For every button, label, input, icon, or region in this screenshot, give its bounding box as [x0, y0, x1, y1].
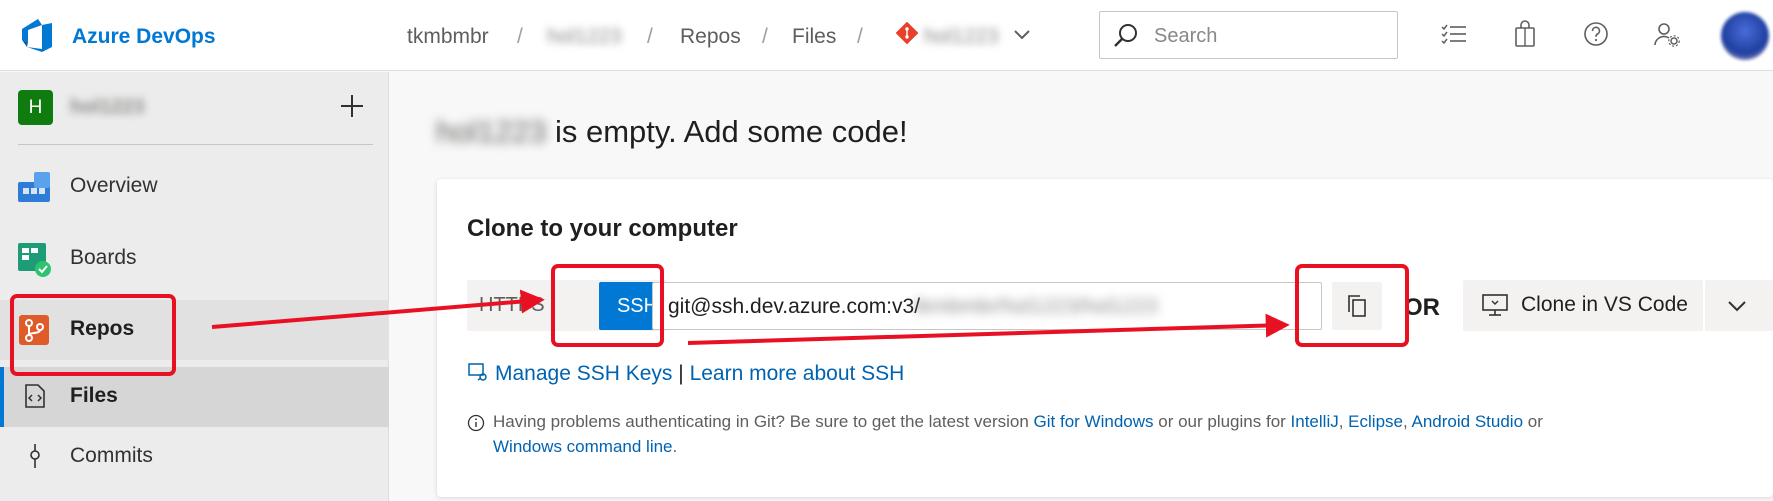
sidebar-item-label: Boards — [70, 246, 137, 269]
clone-options-dropdown[interactable] — [1705, 280, 1773, 331]
breadcrumb-separator: / — [857, 25, 863, 48]
sidebar-item-label: Commits — [70, 444, 153, 467]
breadcrumb-repo[interactable]: hol1223 — [924, 25, 999, 49]
sidebar-item-commits[interactable]: Commits — [0, 427, 389, 487]
breadcrumb-separator: / — [517, 25, 523, 48]
clone-in-vscode-button[interactable]: Clone in VS Code — [1463, 280, 1703, 331]
avatar[interactable] — [1721, 12, 1769, 60]
repo-name: hol1223 — [436, 114, 547, 149]
top-bar: Azure DevOps tkmbmbr / hol1223 / Repos /… — [0, 0, 1773, 71]
search-icon — [1114, 24, 1137, 47]
shopping-bag-icon[interactable] — [1510, 19, 1540, 49]
clone-url-field[interactable]: git@ssh.dev.azure.com:v3/ tkmbmbr/hol122… — [652, 282, 1322, 330]
link-separator: | — [672, 362, 690, 385]
project-avatar[interactable]: H — [18, 90, 53, 125]
ssh-links: Manage SSH Keys | Learn more about SSH — [467, 361, 904, 386]
azure-devops-logo-icon[interactable] — [18, 16, 56, 54]
clone-heading: Clone to your computer — [467, 215, 738, 242]
files-icon — [25, 384, 45, 408]
windows-command-line-link[interactable]: Windows command line — [493, 437, 673, 456]
plus-icon[interactable] — [338, 92, 366, 120]
eclipse-link[interactable]: Eclipse — [1348, 412, 1403, 431]
https-tab[interactable]: HTTPS — [479, 294, 545, 317]
sidebar-item-overview[interactable]: Overview — [0, 157, 389, 217]
empty-message: is empty. Add some code! — [546, 114, 908, 149]
help-text-part: . — [672, 437, 678, 456]
breadcrumb-files[interactable]: Files — [792, 25, 836, 49]
breadcrumb-org[interactable]: tkmbmbr — [407, 25, 489, 49]
clone-in-vscode-label: Clone in VS Code — [1521, 293, 1688, 316]
sidebar-item-label: Overview — [70, 174, 158, 197]
android-studio-link[interactable]: Android Studio — [1412, 412, 1524, 431]
search-input[interactable] — [1154, 22, 1384, 50]
breadcrumb-project[interactable]: hol1223 — [547, 25, 622, 49]
help-text-part: Having problems authenticating in Git? B… — [493, 412, 1034, 431]
repos-icon — [19, 315, 49, 345]
sidebar-item-label: Repos — [70, 317, 135, 340]
sidebar-item-repos[interactable]: Repos — [0, 300, 389, 360]
breadcrumb-separator: / — [647, 25, 653, 48]
info-icon — [467, 414, 485, 432]
protocol-toggle: HTTPS SSH — [467, 280, 676, 331]
sidebar-divider — [18, 144, 373, 145]
git-for-windows-link[interactable]: Git for Windows — [1034, 412, 1154, 431]
sidebar-item-files[interactable]: Files — [0, 367, 389, 427]
key-icon — [468, 363, 487, 381]
breadcrumb-separator: / — [762, 25, 768, 48]
breadcrumb-repos[interactable]: Repos — [680, 25, 741, 49]
clone-url-path: tkmbmbr/hol1223/hol1223 — [915, 295, 1158, 318]
intellij-link[interactable]: IntelliJ — [1291, 412, 1339, 431]
monitor-download-icon — [1482, 294, 1508, 316]
chevron-down-icon — [1728, 301, 1746, 312]
help-icon[interactable] — [1581, 19, 1611, 49]
clone-card: Clone to your computer HTTPS SSH git@ssh… — [437, 179, 1773, 497]
help-text-part: , — [1402, 412, 1412, 431]
manage-ssh-keys-link[interactable]: Manage SSH Keys — [495, 362, 672, 385]
learn-ssh-link[interactable]: Learn more about SSH — [690, 362, 905, 385]
sidebar-item-label: Files — [70, 384, 118, 407]
commits-icon — [30, 444, 40, 468]
or-label: OR — [1404, 294, 1440, 321]
help-text-part: , — [1338, 412, 1349, 431]
overview-icon — [18, 172, 50, 202]
user-settings-icon[interactable] — [1652, 19, 1682, 49]
sidebar-item-boards[interactable]: Boards — [0, 229, 389, 289]
chevron-down-icon[interactable] — [1012, 24, 1032, 44]
search-box[interactable] — [1099, 11, 1398, 59]
project-name[interactable]: hol1223 — [70, 96, 144, 119]
brand-name[interactable]: Azure DevOps — [72, 25, 216, 49]
help-text-part: or — [1523, 412, 1543, 431]
copy-url-button[interactable] — [1332, 282, 1382, 330]
help-text-part: or our plugins for — [1153, 412, 1291, 431]
page-title: hol1223 is empty. Add some code! — [436, 114, 908, 150]
copy-icon — [1348, 295, 1366, 317]
clone-url-prefix: git@ssh.dev.azure.com:v3/ — [668, 295, 921, 318]
boards-icon — [18, 243, 51, 277]
task-list-icon[interactable] — [1439, 19, 1469, 49]
help-text: Having problems authenticating in Git? B… — [467, 409, 1667, 459]
git-repo-icon — [896, 22, 918, 44]
sidebar: H hol1223 Overview Boards Repos Files Co… — [0, 72, 389, 501]
